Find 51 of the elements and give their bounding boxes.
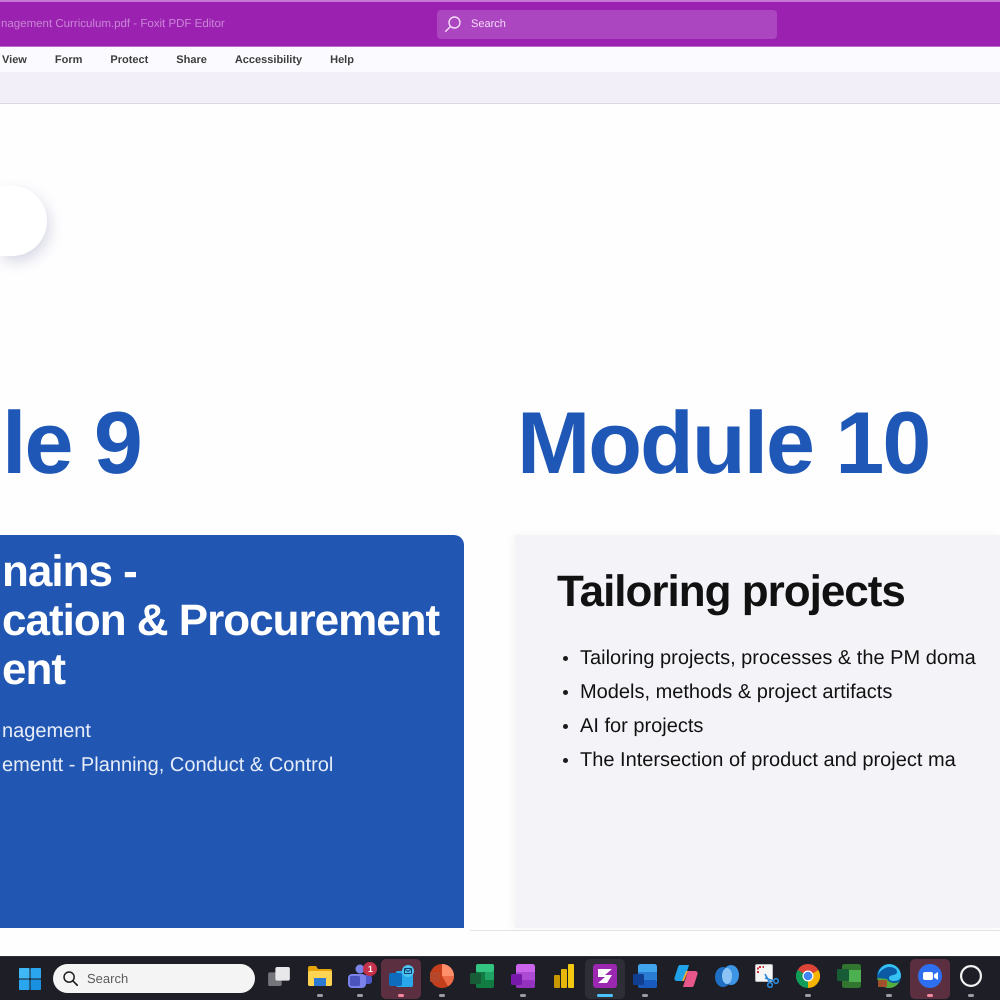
menu-tab[interactable]: Help [330, 54, 354, 66]
task-view-icon [268, 966, 290, 986]
list-item-text: AI for projects [580, 714, 704, 739]
menu-tab[interactable]: Protect [110, 54, 148, 66]
menu-tab[interactable]: Share [176, 54, 207, 66]
bullet-icon [563, 690, 568, 694]
folder-icon [308, 966, 332, 986]
list-item-text: nagement [2, 719, 92, 744]
taskbar-app-button[interactable]: 1 [340, 958, 380, 998]
four-squares-icon [19, 968, 41, 990]
card-heading: ent [2, 645, 66, 694]
search-icon [445, 16, 461, 32]
search-field[interactable]: Search [437, 10, 777, 38]
module-title: le 9 [1, 399, 142, 487]
bullet-icon [563, 758, 568, 762]
list-item-text: ementt - Planning, Conduct & Control [2, 753, 334, 778]
list-item-text: Models, methods & project artifacts [580, 680, 892, 705]
list-item-text: The Intersection of product and project ma [580, 748, 956, 773]
scissors-icon [755, 964, 780, 988]
menu-tab[interactable]: Form [54, 54, 82, 66]
menu-tab[interactable]: View [2, 54, 27, 66]
mail-icon [388, 965, 414, 987]
taskbar-app-button[interactable] [584, 958, 624, 998]
bullet-icon [563, 656, 568, 660]
wave-icon [877, 964, 902, 988]
search-field[interactable]: Search [53, 964, 255, 993]
module-title: Module 10 [516, 399, 930, 487]
card-heading: Tailoring projects [557, 566, 906, 618]
taskbar-app-button[interactable] [381, 958, 422, 998]
video-camera-icon [918, 964, 942, 988]
menu-tab[interactable]: Accessibility [234, 54, 302, 66]
list-item-text: Tailoring projects, processes & the PM doma [580, 646, 976, 671]
browser-icon [796, 964, 820, 988]
card-heading: nains - [2, 547, 138, 596]
stacked-tiles-icon [511, 964, 536, 988]
taskbar-app-button[interactable] [910, 958, 950, 998]
ring-icon [960, 965, 982, 987]
bar-chart-icon [554, 964, 574, 988]
stacked-tiles-icon [836, 964, 861, 988]
search-icon [63, 971, 78, 986]
stacked-tiles-icon [470, 964, 494, 988]
window-title: nagement Curriculum.pdf - Foxit PDF Editor [0, 18, 226, 30]
notification-badge: 1 [363, 962, 378, 976]
card-heading: cation & Procurement [2, 596, 441, 645]
zigzag-tile-icon [592, 964, 616, 988]
bullet-icon [563, 724, 568, 728]
parallelograms-icon [674, 965, 698, 987]
stacked-tiles-icon [633, 964, 658, 988]
start-button[interactable] [19, 968, 41, 990]
pie-chart-icon [430, 964, 454, 988]
overlapping-ovals-icon [714, 965, 739, 987]
